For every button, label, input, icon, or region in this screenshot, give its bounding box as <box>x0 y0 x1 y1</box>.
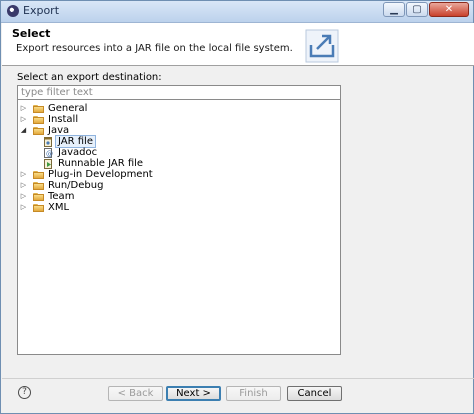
tree-item-label: Run/Debug <box>48 180 104 191</box>
tree-item-install[interactable]: ▷ Install <box>20 114 320 125</box>
cancel-button[interactable]: Cancel <box>287 386 342 401</box>
destination-tree[interactable]: ▷ General ▷ Install ◢ Java JAR file @ Ja… <box>17 99 341 355</box>
title-bar[interactable]: Export ▁ ▢ ✕ <box>1 1 473 23</box>
maximize-button[interactable]: ▢ <box>406 2 428 17</box>
expand-arrow-icon[interactable]: ▷ <box>20 180 27 191</box>
export-wizard-icon <box>305 29 339 63</box>
folder-icon <box>33 193 44 201</box>
help-icon[interactable]: ? <box>18 386 31 399</box>
tree-item-run-debug[interactable]: ▷ Run/Debug <box>20 180 320 191</box>
tree-item-general[interactable]: ▷ General <box>20 103 320 114</box>
finish-button[interactable]: Finish <box>226 386 281 401</box>
page-title: Select <box>12 27 51 40</box>
destination-label: Select an export destination: <box>17 72 162 83</box>
export-dialog: Export ▁ ▢ ✕ Select Export resources int… <box>0 0 474 414</box>
page-description: Export resources into a JAR file on the … <box>16 43 293 54</box>
footer-divider <box>2 378 474 379</box>
folder-icon <box>33 171 44 179</box>
close-button[interactable]: ✕ <box>429 2 469 17</box>
filter-input[interactable]: type filter text <box>17 85 341 100</box>
tree-item-label: Javadoc <box>58 147 98 158</box>
tree-item-label: Install <box>48 114 79 125</box>
expand-arrow-icon[interactable]: ▷ <box>20 103 27 114</box>
tree-item-jar-file[interactable]: JAR file <box>42 135 322 148</box>
tree-item-label: Plug-in Development <box>48 169 153 180</box>
folder-icon <box>33 116 44 124</box>
window-title: Export <box>23 4 60 17</box>
tree-item-plug-in-development[interactable]: ▷ Plug-in Development <box>20 169 320 180</box>
wizard-body: Select an export destination: type filte… <box>2 66 474 378</box>
folder-icon <box>33 105 44 113</box>
next-button[interactable]: Next > <box>166 386 221 401</box>
expand-arrow-icon[interactable]: ▷ <box>20 169 27 180</box>
folder-icon <box>33 204 44 212</box>
expand-arrow-icon[interactable]: ▷ <box>20 202 27 213</box>
tree-item-team[interactable]: ▷ Team <box>20 191 320 202</box>
tree-item-xml[interactable]: ▷ XML <box>20 202 320 213</box>
collapse-arrow-icon[interactable]: ◢ <box>20 125 27 136</box>
minimize-button[interactable]: ▁ <box>383 2 405 17</box>
expand-arrow-icon[interactable]: ▷ <box>20 114 27 125</box>
expand-arrow-icon[interactable]: ▷ <box>20 191 27 202</box>
back-button[interactable]: < Back <box>108 386 163 401</box>
folder-icon <box>33 127 44 135</box>
eclipse-icon <box>7 5 19 17</box>
tree-item-javadoc[interactable]: @ Javadoc <box>42 147 322 158</box>
tree-item-label: Team <box>48 191 75 202</box>
tree-item-label: XML <box>48 202 70 213</box>
tree-item-runnable-jar-file[interactable]: Runnable JAR file <box>42 158 322 169</box>
tree-item-label: General <box>48 103 88 114</box>
svg-text:@: @ <box>46 150 53 158</box>
folder-icon <box>33 182 44 190</box>
tree-item-label: Runnable JAR file <box>58 158 144 169</box>
wizard-header: Select Export resources into a JAR file … <box>2 23 474 66</box>
